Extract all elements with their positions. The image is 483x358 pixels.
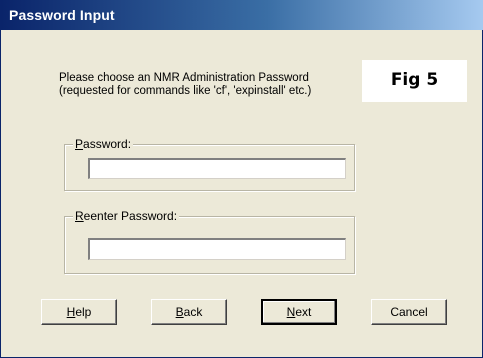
next-button[interactable]: Next — [261, 299, 337, 325]
password-label-accel: P — [75, 137, 84, 151]
reenter-password-field[interactable] — [88, 238, 346, 260]
intro-text: Please choose an NMR Administration Pass… — [59, 72, 359, 98]
password-input-dialog: Password Input Please choose an NMR Admi… — [0, 0, 483, 358]
intro-line-2: (requested for commands like 'cf', 'expi… — [59, 85, 312, 97]
help-button[interactable]: Help — [41, 299, 117, 325]
cancel-button[interactable]: Cancel — [371, 299, 447, 325]
back-rest: ack — [183, 305, 203, 319]
intro-line-1: Please choose an NMR Administration Pass… — [59, 72, 309, 84]
reenter-password-group: Reenter Password: — [64, 209, 355, 274]
password-label-rest: assword: — [83, 137, 132, 151]
back-button[interactable]: Back — [151, 299, 227, 325]
reenter-label-accel: R — [75, 209, 84, 223]
reenter-label-rest: eenter Password: — [83, 209, 178, 223]
reenter-password-label: Reenter Password: — [73, 209, 180, 223]
title-bar[interactable]: Password Input — [1, 0, 483, 30]
password-label: Password: — [73, 137, 134, 151]
next-rest: ext — [295, 305, 312, 319]
password-field[interactable] — [88, 158, 346, 179]
password-group: Password: — [64, 137, 355, 191]
figure-label-box: Fig 5 — [362, 60, 467, 102]
back-accel: B — [175, 305, 184, 319]
figure-label: Fig 5 — [390, 70, 439, 90]
help-rest: elp — [75, 305, 92, 319]
window-title: Password Input — [9, 7, 115, 23]
